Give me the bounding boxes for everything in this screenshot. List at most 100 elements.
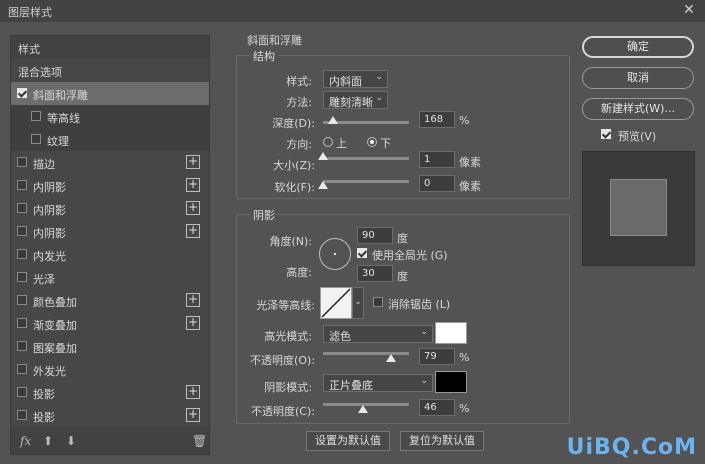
add-style-icon[interactable]: +	[186, 224, 200, 238]
gloss-contour-preview[interactable]	[320, 287, 352, 319]
style-item-checkbox[interactable]	[17, 249, 27, 259]
depth-slider-thumb[interactable]	[328, 116, 339, 124]
style-item[interactable]: 内阴影 +	[11, 220, 209, 243]
style-item[interactable]: 斜面和浮雕	[11, 82, 209, 105]
soften-unit: 像素	[459, 180, 481, 193]
ok-button[interactable]: 确定	[582, 36, 694, 58]
style-item-checkbox[interactable]	[17, 295, 27, 305]
highlight-mode-dropdown[interactable]: 滤色 ⌄	[323, 325, 433, 343]
style-item-checkbox[interactable]	[17, 341, 27, 351]
style-item-checkbox[interactable]	[31, 111, 41, 121]
preview-checkbox[interactable]	[601, 129, 611, 139]
add-style-icon[interactable]: +	[186, 201, 200, 215]
highlight-color-swatch[interactable]	[435, 322, 467, 344]
style-item-label: 渐变叠加	[33, 319, 77, 332]
style-item-checkbox[interactable]	[17, 226, 27, 236]
style-item[interactable]: 等高线	[11, 105, 209, 128]
size-slider-track[interactable]	[323, 157, 409, 160]
shadow-color-swatch[interactable]	[435, 371, 467, 393]
chevron-down-icon: ⌄	[375, 93, 383, 103]
style-item-checkbox[interactable]	[17, 364, 27, 374]
method-label: 方法:	[286, 96, 312, 109]
gloss-contour-dropdown[interactable]: ⌄	[352, 287, 364, 319]
cancel-button[interactable]: 取消	[582, 67, 694, 89]
style-item[interactable]: 内阴影 +	[11, 174, 209, 197]
move-up-icon[interactable]: ⬆	[43, 434, 53, 448]
shading-legend: 阴影	[250, 207, 278, 223]
add-style-icon[interactable]: +	[186, 316, 200, 330]
fx-icon[interactable]: fx	[20, 434, 31, 448]
style-item-checkbox[interactable]	[17, 180, 27, 190]
highlight-mode-value: 滤色	[329, 330, 351, 343]
move-down-icon[interactable]: ⬇	[66, 434, 76, 448]
depth-unit: %	[459, 114, 470, 127]
style-item[interactable]: 投影 +	[11, 404, 209, 427]
direction-up-radio[interactable]	[323, 137, 333, 147]
method-dropdown[interactable]: 雕刻清晰 ⌄	[323, 91, 388, 109]
style-item[interactable]: 内发光	[11, 243, 209, 266]
style-item[interactable]: 投影 +	[11, 381, 209, 404]
style-item[interactable]: 光泽	[11, 266, 209, 289]
direction-down-label: 下	[380, 137, 391, 150]
highlight-opacity-track[interactable]	[323, 352, 409, 355]
style-item[interactable]: 颜色叠加 +	[11, 289, 209, 312]
add-style-icon[interactable]: +	[186, 155, 200, 169]
reset-default-button[interactable]: 复位为默认值	[400, 431, 484, 451]
soften-slider-track[interactable]	[323, 180, 409, 183]
style-item-label: 外发光	[33, 365, 66, 378]
shadow-mode-dropdown[interactable]: 正片叠底 ⌄	[323, 374, 433, 392]
styles-toolbar: fx ⬆ ⬇ 🗑	[11, 428, 209, 454]
style-item-checkbox[interactable]	[31, 134, 41, 144]
soften-input[interactable]: 0	[419, 175, 455, 192]
add-style-icon[interactable]: +	[186, 408, 200, 422]
style-item-checkbox[interactable]	[17, 157, 27, 167]
angle-dial[interactable]	[319, 238, 351, 270]
trash-icon[interactable]: 🗑	[192, 434, 207, 448]
shadow-opacity-input[interactable]: 46	[419, 399, 455, 416]
shadow-opacity-unit: %	[459, 402, 470, 415]
style-item[interactable]: 外发光	[11, 358, 209, 381]
depth-input[interactable]: 168	[419, 111, 455, 128]
highlight-opacity-thumb[interactable]	[385, 354, 396, 362]
style-item-label: 内阴影	[33, 227, 66, 240]
chevron-down-icon: ⌄	[420, 376, 428, 386]
new-style-button[interactable]: 新建样式(W)...	[582, 98, 694, 120]
style-item-label: 斜面和浮雕	[33, 89, 88, 102]
style-item[interactable]: 图案叠加	[11, 335, 209, 358]
add-style-icon[interactable]: +	[186, 293, 200, 307]
style-item-label: 内阴影	[33, 204, 66, 217]
soften-slider-thumb[interactable]	[318, 181, 328, 189]
style-item-label: 投影	[33, 411, 55, 424]
add-style-icon[interactable]: +	[186, 178, 200, 192]
size-slider-thumb[interactable]	[318, 152, 328, 160]
style-item-checkbox[interactable]	[17, 203, 27, 213]
size-input[interactable]: 1	[419, 151, 455, 168]
style-item-checkbox[interactable]	[17, 88, 27, 98]
global-light-checkbox[interactable]	[357, 248, 367, 258]
style-item[interactable]: 纹理	[11, 128, 209, 151]
style-item-checkbox[interactable]	[17, 272, 27, 282]
set-default-button[interactable]: 设置为默认值	[306, 431, 390, 451]
bevel-section-title: 斜面和浮雕	[247, 34, 302, 47]
style-item-checkbox[interactable]	[17, 410, 27, 420]
styles-header[interactable]: 样式	[11, 36, 209, 59]
blend-options-item[interactable]: 混合选项	[11, 59, 209, 82]
style-item[interactable]: 渐变叠加 +	[11, 312, 209, 335]
style-item-label: 描边	[33, 158, 55, 171]
direction-down-radio[interactable]	[367, 137, 377, 147]
highlight-opacity-input[interactable]: 79	[419, 348, 455, 365]
style-item[interactable]: 描边 +	[11, 151, 209, 174]
style-item[interactable]: 内阴影 +	[11, 197, 209, 220]
style-item-checkbox[interactable]	[17, 387, 27, 397]
altitude-input[interactable]: 30	[357, 265, 393, 282]
add-style-icon[interactable]: +	[186, 385, 200, 399]
chevron-down-icon: ⌄	[375, 72, 383, 82]
shadow-mode-label: 阴影模式:	[264, 381, 312, 394]
angle-input[interactable]: 90	[357, 227, 393, 244]
anti-alias-checkbox[interactable]	[373, 297, 383, 307]
close-icon[interactable]: ✕	[681, 1, 697, 19]
styles-list-panel: 样式 混合选项 fx ⬆ ⬇ 🗑 斜面和浮雕 等高线 纹理 描边 + 内阴影 + 内阴影 + 内阴…	[10, 35, 210, 455]
style-dropdown[interactable]: 内斜面 ⌄	[323, 70, 388, 88]
shadow-opacity-thumb[interactable]	[357, 405, 368, 413]
style-item-checkbox[interactable]	[17, 318, 27, 328]
